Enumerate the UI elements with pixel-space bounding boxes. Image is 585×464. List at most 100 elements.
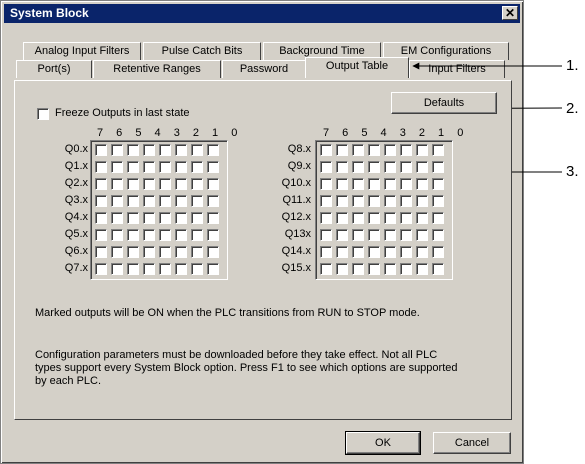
output-bit-checkbox[interactable] bbox=[95, 246, 107, 258]
output-bit-checkbox[interactable] bbox=[416, 229, 428, 241]
output-bit-checkbox[interactable] bbox=[400, 144, 412, 156]
output-bit-checkbox[interactable] bbox=[191, 178, 203, 190]
output-bit-checkbox[interactable] bbox=[320, 144, 332, 156]
output-bit-checkbox[interactable] bbox=[175, 195, 187, 207]
output-bit-checkbox[interactable] bbox=[384, 229, 396, 241]
output-bit-checkbox[interactable] bbox=[320, 263, 332, 275]
output-bit-checkbox[interactable] bbox=[175, 229, 187, 241]
output-bit-checkbox[interactable] bbox=[111, 161, 123, 173]
output-bit-checkbox[interactable] bbox=[191, 144, 203, 156]
output-bit-checkbox[interactable] bbox=[432, 263, 444, 275]
tab-ports[interactable]: Port(s) bbox=[16, 60, 92, 78]
output-bit-checkbox[interactable] bbox=[159, 178, 171, 190]
output-bit-checkbox[interactable] bbox=[336, 195, 348, 207]
output-bit-checkbox[interactable] bbox=[191, 195, 203, 207]
output-bit-checkbox[interactable] bbox=[416, 263, 428, 275]
output-bit-checkbox[interactable] bbox=[111, 195, 123, 207]
output-bit-checkbox[interactable] bbox=[400, 161, 412, 173]
output-bit-checkbox[interactable] bbox=[175, 246, 187, 258]
output-bit-checkbox[interactable] bbox=[384, 212, 396, 224]
output-bit-checkbox[interactable] bbox=[400, 263, 412, 275]
output-bit-checkbox[interactable] bbox=[352, 178, 364, 190]
output-bit-checkbox[interactable] bbox=[127, 229, 139, 241]
output-bit-checkbox[interactable] bbox=[320, 161, 332, 173]
output-bit-checkbox[interactable] bbox=[400, 229, 412, 241]
output-bit-checkbox[interactable] bbox=[384, 161, 396, 173]
output-bit-checkbox[interactable] bbox=[143, 144, 155, 156]
output-bit-checkbox[interactable] bbox=[191, 229, 203, 241]
output-bit-checkbox[interactable] bbox=[368, 178, 380, 190]
tab-retentive-ranges[interactable]: Retentive Ranges bbox=[93, 60, 221, 78]
output-bit-checkbox[interactable] bbox=[400, 195, 412, 207]
ok-button[interactable]: OK bbox=[345, 431, 421, 455]
tab-password[interactable]: Password bbox=[222, 60, 306, 78]
output-bit-checkbox[interactable] bbox=[368, 195, 380, 207]
output-bit-checkbox[interactable] bbox=[159, 246, 171, 258]
output-bit-checkbox[interactable] bbox=[127, 161, 139, 173]
output-bit-checkbox[interactable] bbox=[95, 212, 107, 224]
tab-pulse-catch-bits[interactable]: Pulse Catch Bits bbox=[143, 42, 261, 60]
output-bit-checkbox[interactable] bbox=[320, 195, 332, 207]
output-bit-checkbox[interactable] bbox=[207, 212, 219, 224]
output-bit-checkbox[interactable] bbox=[191, 246, 203, 258]
output-bit-checkbox[interactable] bbox=[336, 178, 348, 190]
output-bit-checkbox[interactable] bbox=[368, 144, 380, 156]
output-bit-checkbox[interactable] bbox=[111, 229, 123, 241]
output-bit-checkbox[interactable] bbox=[400, 246, 412, 258]
output-bit-checkbox[interactable] bbox=[143, 229, 155, 241]
output-bit-checkbox[interactable] bbox=[143, 178, 155, 190]
output-bit-checkbox[interactable] bbox=[207, 161, 219, 173]
output-bit-checkbox[interactable] bbox=[111, 212, 123, 224]
output-bit-checkbox[interactable] bbox=[95, 195, 107, 207]
output-bit-checkbox[interactable] bbox=[175, 212, 187, 224]
output-bit-checkbox[interactable] bbox=[95, 178, 107, 190]
output-bit-checkbox[interactable] bbox=[384, 144, 396, 156]
output-bit-checkbox[interactable] bbox=[368, 212, 380, 224]
output-bit-checkbox[interactable] bbox=[320, 178, 332, 190]
output-bit-checkbox[interactable] bbox=[207, 144, 219, 156]
output-bit-checkbox[interactable] bbox=[95, 229, 107, 241]
output-bit-checkbox[interactable] bbox=[416, 144, 428, 156]
output-bit-checkbox[interactable] bbox=[127, 195, 139, 207]
output-bit-checkbox[interactable] bbox=[400, 212, 412, 224]
output-bit-checkbox[interactable] bbox=[400, 178, 412, 190]
tab-input-filters[interactable]: Input Filters bbox=[409, 60, 505, 78]
output-bit-checkbox[interactable] bbox=[416, 161, 428, 173]
close-icon[interactable]: ✕ bbox=[502, 6, 518, 20]
freeze-outputs-checkbox[interactable] bbox=[37, 108, 49, 120]
output-bit-checkbox[interactable] bbox=[207, 246, 219, 258]
output-bit-checkbox[interactable] bbox=[336, 246, 348, 258]
output-bit-checkbox[interactable] bbox=[95, 161, 107, 173]
output-bit-checkbox[interactable] bbox=[127, 212, 139, 224]
output-bit-checkbox[interactable] bbox=[95, 144, 107, 156]
output-bit-checkbox[interactable] bbox=[352, 229, 364, 241]
output-bit-checkbox[interactable] bbox=[111, 144, 123, 156]
output-bit-checkbox[interactable] bbox=[432, 195, 444, 207]
output-bit-checkbox[interactable] bbox=[432, 161, 444, 173]
output-bit-checkbox[interactable] bbox=[207, 195, 219, 207]
output-bit-checkbox[interactable] bbox=[143, 263, 155, 275]
output-bit-checkbox[interactable] bbox=[352, 263, 364, 275]
output-bit-checkbox[interactable] bbox=[432, 144, 444, 156]
output-bit-checkbox[interactable] bbox=[352, 195, 364, 207]
cancel-button[interactable]: Cancel bbox=[433, 432, 511, 454]
output-bit-checkbox[interactable] bbox=[432, 212, 444, 224]
output-bit-checkbox[interactable] bbox=[416, 178, 428, 190]
output-bit-checkbox[interactable] bbox=[159, 263, 171, 275]
output-bit-checkbox[interactable] bbox=[320, 212, 332, 224]
output-bit-checkbox[interactable] bbox=[175, 144, 187, 156]
output-bit-checkbox[interactable] bbox=[416, 212, 428, 224]
defaults-button[interactable]: Defaults bbox=[391, 92, 497, 114]
output-bit-checkbox[interactable] bbox=[159, 212, 171, 224]
output-bit-checkbox[interactable] bbox=[336, 144, 348, 156]
output-bit-checkbox[interactable] bbox=[127, 263, 139, 275]
output-bit-checkbox[interactable] bbox=[368, 229, 380, 241]
output-bit-checkbox[interactable] bbox=[159, 229, 171, 241]
output-bit-checkbox[interactable] bbox=[320, 229, 332, 241]
output-bit-checkbox[interactable] bbox=[368, 161, 380, 173]
output-bit-checkbox[interactable] bbox=[368, 263, 380, 275]
output-bit-checkbox[interactable] bbox=[207, 229, 219, 241]
output-bit-checkbox[interactable] bbox=[111, 246, 123, 258]
output-bit-checkbox[interactable] bbox=[95, 263, 107, 275]
output-bit-checkbox[interactable] bbox=[432, 229, 444, 241]
